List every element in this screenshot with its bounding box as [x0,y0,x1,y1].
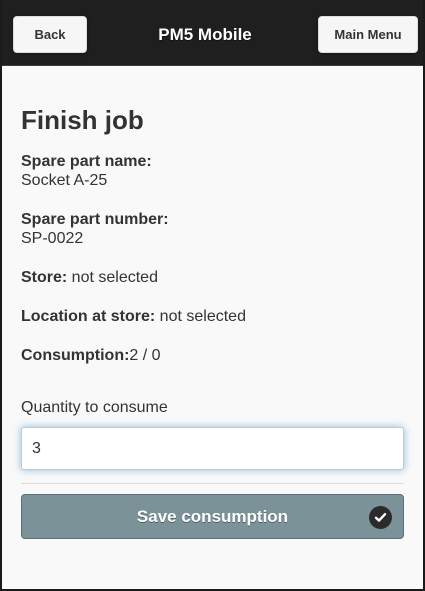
spare-part-number-value: SP-0022 [21,230,84,247]
consumption-value: 2 / 0 [129,347,161,364]
location-value: not selected [155,308,246,325]
back-button[interactable]: Back [13,16,87,53]
store-label: Store: [21,269,68,286]
main-content: Finish job Spare part name: Socket A-25 … [2,105,423,539]
main-menu-button[interactable]: Main Menu [318,16,418,53]
app-frame: Back PM5 Mobile Main Menu Finish job Spa… [0,0,425,591]
divider [21,483,404,484]
consumption-label: Consumption: [21,347,130,364]
spare-part-number-field: Spare part number: SP-0022 [21,210,404,248]
header-bar: Back PM5 Mobile Main Menu [2,0,423,66]
app-title: PM5 Mobile [158,24,252,44]
save-consumption-button[interactable]: Save consumption [21,494,404,539]
save-consumption-label: Save consumption [136,506,289,526]
spare-part-name-label: Spare part name: [21,153,152,170]
check-circle-icon [369,506,392,529]
quantity-label: Quantity to consume [21,399,168,416]
location-label: Location at store: [21,308,156,325]
consumption-field: Consumption:2 / 0 [21,346,404,365]
spare-part-number-label: Spare part number: [21,211,169,228]
spare-part-name-field: Spare part name: Socket A-25 [21,152,404,190]
location-field: Location at store: not selected [21,307,404,326]
store-value: not selected [67,269,158,286]
page-title: Finish job [21,105,144,135]
quantity-input[interactable] [21,427,404,470]
spare-part-name-value: Socket A-25 [21,172,108,189]
store-field: Store: not selected [21,268,404,287]
